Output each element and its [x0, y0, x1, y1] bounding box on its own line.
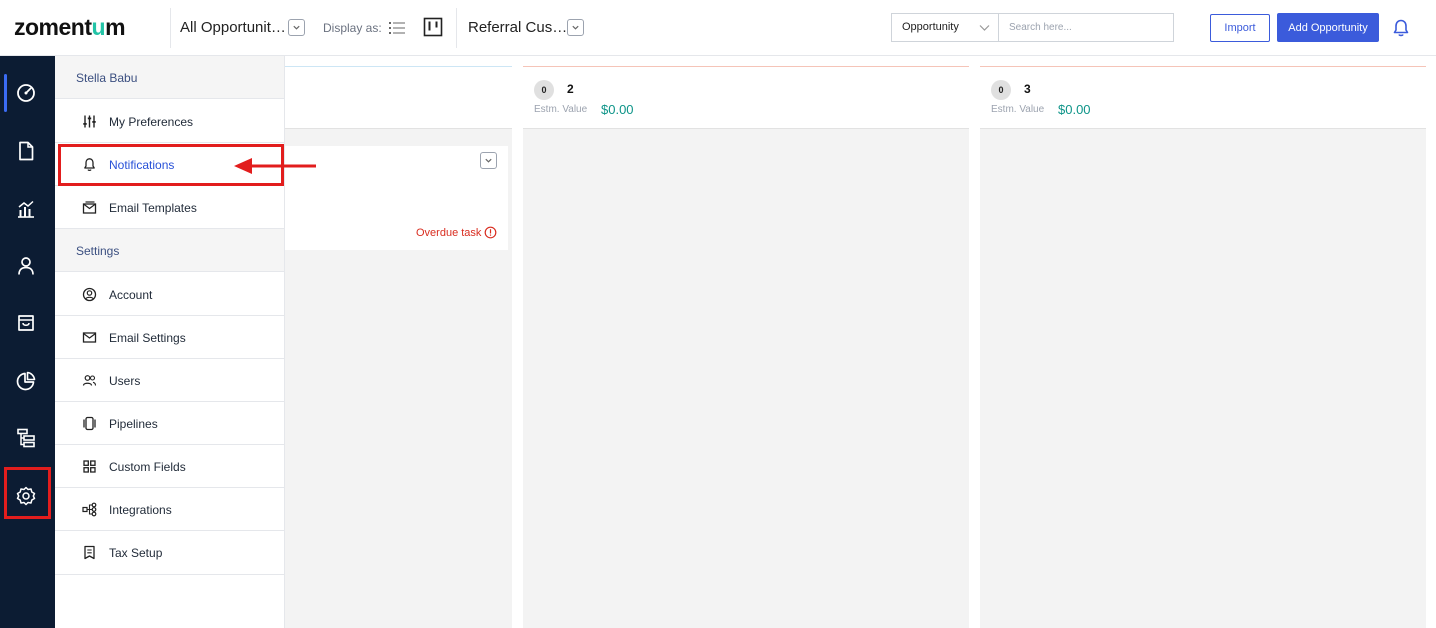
chevron-down-icon	[979, 25, 990, 31]
menu-item-integrations[interactable]: Integrations	[55, 488, 284, 531]
column-title: 3	[1024, 82, 1031, 96]
pipeline-dropdown-chevron-icon[interactable]	[567, 19, 584, 36]
email-template-icon	[82, 200, 97, 215]
menu-item-custom-fields[interactable]: Custom Fields	[55, 445, 284, 488]
column-header: 0 2 Estm. Value $0.00	[523, 66, 969, 129]
estimated-value: $0.00	[1058, 102, 1091, 117]
opportunity-card[interactable]: Overdue task	[285, 146, 508, 250]
alert-circle-icon	[484, 226, 497, 239]
main-sidebar	[0, 56, 55, 628]
zomentum-logo[interactable]: zomentum	[14, 14, 126, 41]
menu-item-label: Pipelines	[109, 417, 158, 431]
menu-item-label: Custom Fields	[109, 460, 186, 474]
column-header: 0 3 Estm. Value $0.00	[980, 66, 1426, 129]
sliders-icon	[82, 114, 97, 129]
search-input[interactable]	[998, 13, 1174, 42]
estimated-value-label: Estm. Value	[991, 104, 1045, 115]
menu-item-my-preferences[interactable]: My Preferences	[55, 100, 284, 143]
menu-item-users[interactable]: Users	[55, 359, 284, 402]
document-icon[interactable]	[15, 140, 37, 162]
import-button[interactable]: Import	[1210, 14, 1270, 42]
count-badge: 0	[991, 80, 1011, 100]
analytics-icon[interactable]	[15, 370, 37, 392]
menu-item-account[interactable]: Account	[55, 273, 284, 316]
estimated-value-label: Estm. Value	[534, 104, 588, 115]
pipeline-board: Overdue task 0 2 Estm. Value $0.00 0 3 E…	[285, 56, 1436, 628]
menu-item-label: Users	[109, 374, 141, 388]
pipeline-column: 0 2 Estm. Value $0.00	[523, 66, 969, 628]
pipeline-selector-label[interactable]: Referral Cus…	[468, 19, 567, 36]
user-name: Stella Babu	[76, 71, 138, 85]
menu-item-email-settings[interactable]: Email Settings	[55, 316, 284, 359]
record-type-select[interactable]: Opportunity	[891, 13, 999, 42]
count-badge: 0	[534, 80, 554, 100]
settings-highlight-box	[4, 467, 51, 519]
pipeline-column: Overdue task	[285, 66, 512, 628]
view-dropdown-chevron-icon[interactable]	[288, 19, 305, 36]
divider	[170, 8, 171, 48]
card-menu-chevron-icon[interactable]	[480, 152, 497, 169]
user-name-heading: Stella Babu	[55, 56, 284, 99]
menu-item-pipelines[interactable]: Pipelines	[55, 402, 284, 445]
tax-icon	[82, 545, 97, 560]
menu-item-label: My Preferences	[109, 115, 194, 129]
menu-item-label: Email Settings	[109, 331, 186, 345]
annotation-arrow-icon	[234, 158, 316, 174]
list-view-icon[interactable]	[388, 19, 406, 37]
record-type-value: Opportunity	[902, 21, 959, 33]
column-header	[285, 66, 512, 129]
column-title: 2	[567, 82, 574, 96]
menu-item-label: Integrations	[109, 503, 172, 517]
menu-item-tax-setup[interactable]: Tax Setup	[55, 531, 284, 575]
settings-heading: Settings	[55, 229, 284, 272]
top-bar: zomentum All Opportunit… Display as: Ref…	[0, 0, 1436, 56]
pipeline-column: 0 3 Estm. Value $0.00	[980, 66, 1426, 628]
inbox-icon[interactable]	[15, 312, 37, 334]
users-icon	[82, 373, 97, 388]
settings-dropdown-menu: Stella Babu My Preferences Notifications…	[55, 56, 285, 628]
active-indicator	[4, 74, 7, 112]
notifications-bell-icon[interactable]	[1391, 18, 1411, 38]
menu-item-email-templates[interactable]: Email Templates	[55, 186, 284, 229]
mail-icon	[82, 330, 97, 345]
dashboard-icon[interactable]	[15, 82, 37, 104]
display-as-label: Display as:	[323, 21, 382, 35]
divider	[456, 8, 457, 48]
reports-icon[interactable]	[15, 198, 37, 220]
menu-item-label: Tax Setup	[109, 546, 163, 560]
menu-item-label: Email Templates	[109, 201, 197, 215]
menu-item-label: Account	[109, 288, 153, 302]
estimated-value: $0.00	[601, 102, 634, 117]
hierarchy-icon[interactable]	[15, 427, 37, 449]
add-opportunity-button[interactable]: Add Opportunity	[1277, 13, 1379, 42]
grid-icon	[82, 459, 97, 474]
overdue-task-label: Overdue task	[416, 227, 482, 239]
settings-heading-label: Settings	[76, 244, 120, 258]
integrations-icon	[82, 502, 97, 517]
account-icon	[82, 287, 97, 302]
pipelines-icon	[82, 416, 97, 431]
view-selector-label[interactable]: All Opportunit…	[180, 19, 286, 36]
board-view-icon[interactable]	[423, 17, 443, 37]
contacts-icon[interactable]	[15, 255, 37, 277]
